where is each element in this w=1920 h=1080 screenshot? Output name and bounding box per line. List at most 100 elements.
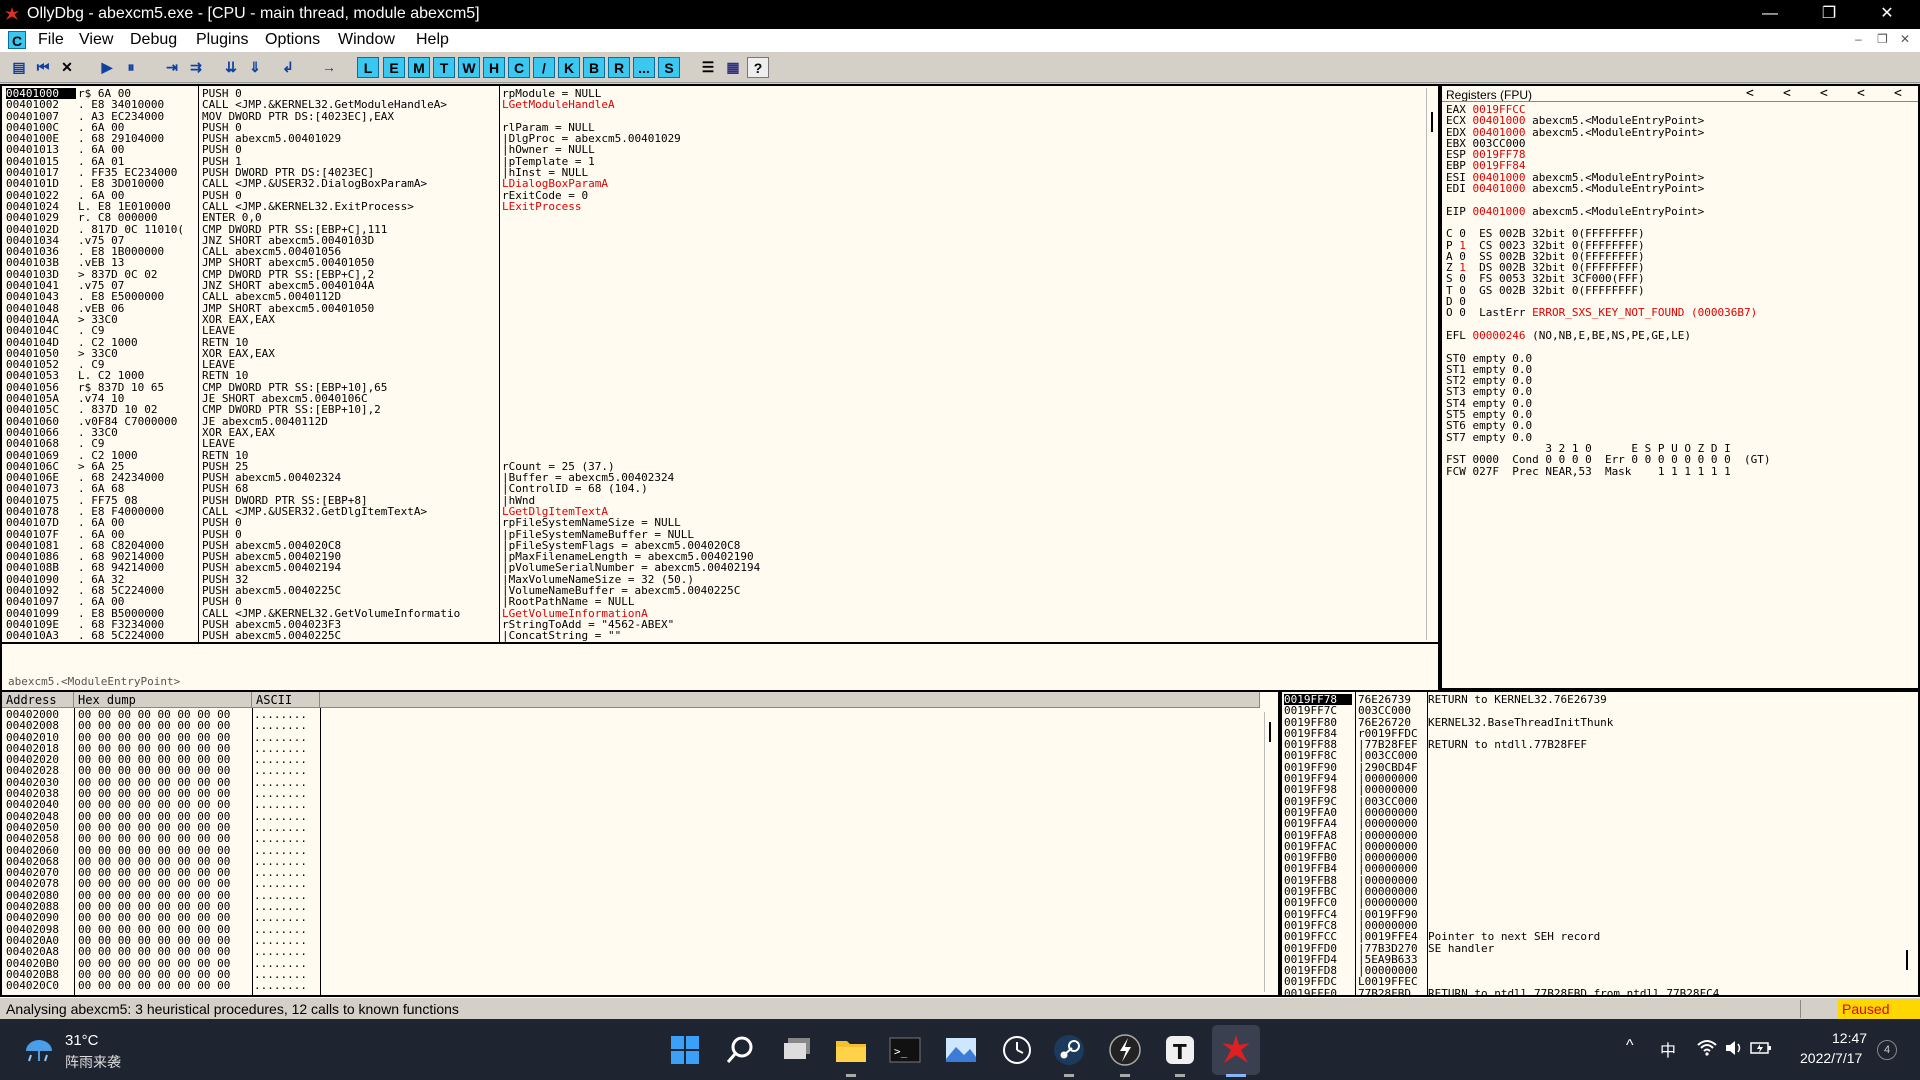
weather-desc[interactable]: 阵雨来袭 [65, 1052, 121, 1072]
menu-plugins[interactable]: Plugins [196, 31, 248, 49]
disasm-hex[interactable]: . C9 [78, 438, 196, 450]
stack-address[interactable]: 0019FFA4 [1284, 818, 1352, 830]
disasm-comment[interactable]: |hOwner = NULL [502, 144, 1422, 156]
dump-row[interactable]: 004020A8 00 00 00 00 00 00 00 00........ [6, 946, 1246, 958]
stack-value[interactable]: |00000000 [1358, 818, 1428, 830]
show-hidden-icons-button[interactable]: ^ [1626, 1037, 1634, 1055]
disasm-instruction[interactable]: ENTER 0,0 [202, 212, 498, 224]
cpu-window-icon[interactable]: C [8, 31, 26, 49]
start-icon[interactable] [668, 1033, 702, 1067]
registers-nav-button[interactable]: < [1820, 86, 1828, 101]
register-line[interactable]: T 0 GS 002B 32bit 0(FFFFFFFF) [1446, 285, 1916, 296]
disasm-hex[interactable]: . E8 34010000 [78, 99, 196, 111]
task-view-icon[interactable] [780, 1033, 814, 1067]
dump-row[interactable]: 00402008 00 00 00 00 00 00 00 00........ [6, 720, 1246, 732]
stack-value[interactable]: 003CC000 [1358, 705, 1428, 717]
weather-temp[interactable]: 31°C [65, 1032, 99, 1049]
disasm-instruction[interactable]: XOR EAX,EAX [202, 314, 498, 326]
disasm-hex[interactable]: . E8 E5000000 [78, 291, 196, 303]
disasm-address[interactable]: 0040105C [6, 404, 76, 416]
dump-address[interactable]: 00402040 [6, 799, 76, 811]
disasm-instruction[interactable]: PUSH abexcm5.0040225C [202, 630, 498, 642]
input-language[interactable]: 中 [1660, 1037, 1676, 1061]
stack-address[interactable]: 0019FFCC [1284, 931, 1352, 943]
stack-row[interactable]: 0019FFCC |0019FFE4 Pointer to next SEH rec… [1284, 931, 1914, 943]
disasm-comment[interactable]: rExitCode = 0 [502, 189, 1422, 201]
ollydbg-taskbar-icon[interactable] [1219, 1033, 1253, 1067]
disasm-address[interactable]: 00401043 [6, 291, 76, 303]
dump-ascii[interactable]: ........ [254, 979, 307, 992]
file-explorer-icon[interactable] [834, 1033, 868, 1067]
stack-rows[interactable]: 0019FF78 76E26739 RETURN to KERNEL32.76E26… [1284, 694, 1914, 995]
disasm-comment[interactable]: LExitProcess [502, 201, 1422, 213]
stack-row[interactable]: 0019FF98 |00000000 [1284, 784, 1914, 796]
run-icon[interactable]: ▶ [96, 57, 118, 78]
dump-hex[interactable]: 00 00 00 00 00 00 00 00 [76, 833, 254, 845]
disasm-comment[interactable]: |VolumeNameBuffer = abexcm5.0040225C [502, 585, 1422, 597]
disasm-hex[interactable]: . C9 [78, 325, 196, 337]
breakpoints-button[interactable]: B [583, 57, 605, 78]
disasm-instruction[interactable]: LEAVE [202, 438, 498, 450]
disasm-comment[interactable]: rpFileSystemNameSize = NULL [502, 517, 1422, 529]
disasm-instruction[interactable]: PUSH 0 [202, 144, 498, 156]
disasm-instruction[interactable]: CALL <JMP.&USER32.GetDlgItemTextA> [202, 506, 498, 518]
terminal-icon[interactable]: >_ [888, 1033, 922, 1067]
disasm-comment[interactable]: |hInst = NULL [502, 167, 1422, 179]
disasm-comment[interactable]: |ConcatString = "" [502, 630, 1422, 642]
help-icon[interactable]: ? [747, 57, 769, 78]
restart-icon[interactable]: ⏮ [32, 57, 54, 78]
mdi-restore-button[interactable]: ❐ [1877, 32, 1888, 46]
executable-modules-button[interactable]: E [383, 57, 405, 78]
stack-scrollbar-thumb[interactable] [1906, 950, 1908, 970]
disasm-hex[interactable]: . E8 3D010000 [78, 178, 196, 190]
dump-row[interactable]: 00402090 00 00 00 00 00 00 00 00........ [6, 912, 1246, 924]
menu-options[interactable]: Options [265, 31, 320, 49]
stack-value[interactable]: 77B28FBD [1358, 987, 1428, 995]
dump-address[interactable]: 00402058 [6, 833, 76, 845]
go-to-icon[interactable]: → [318, 57, 340, 78]
disasm-instruction[interactable]: PUSH 0 [202, 596, 498, 608]
dump-hex[interactable]: 00 00 00 00 00 00 00 00 [76, 720, 254, 732]
stack-scrollbar[interactable] [1902, 696, 1914, 992]
menu-debug[interactable]: Debug [130, 31, 177, 49]
trace-into-icon[interactable]: ⇊ [220, 57, 242, 78]
mdi-minimize-button[interactable]: – [1855, 32, 1862, 46]
disasm-instruction[interactable]: LEAVE [202, 325, 498, 337]
disasm-address[interactable]: 00401002 [6, 99, 76, 111]
register-line[interactable]: FCW 027F Prec NEAR,53 Mask 1 1 1 1 1 1 [1446, 465, 1916, 477]
disasm-instruction[interactable]: MOV DWORD PTR DS:[4023EC],EAX [202, 110, 498, 122]
patches-button[interactable]: / [533, 57, 555, 78]
search-icon[interactable] [724, 1033, 758, 1067]
disasm-comment[interactable]: |DlgProc = abexcm5.00401029 [502, 133, 1422, 145]
disasm-address[interactable]: 0040104C [6, 325, 76, 337]
references-button[interactable]: R [608, 57, 630, 78]
disasm-address[interactable]: 0040107D [6, 517, 76, 529]
disasm-hex[interactable]: . 6A 00 [78, 517, 196, 529]
register-value[interactable]: 00401000 [1473, 182, 1526, 195]
disasm-address[interactable]: 00401073 [6, 483, 76, 495]
register-line[interactable]: EIP 00401000 abexcm5.<ModuleEntryPoint> [1446, 206, 1916, 217]
disasm-comment-column[interactable]: rpModule = NULL LGetModuleHandleA rlParam… [502, 88, 1422, 642]
disasm-address[interactable]: 004010A3 [6, 630, 76, 642]
log-window-button[interactable]: L [357, 57, 379, 78]
handles-button[interactable]: H [483, 57, 505, 78]
disasm-hex[interactable]: r. C8 000000 [78, 212, 196, 224]
register-line[interactable]: O 0 LastErr ERROR_SXS_KEY_NOT_FOUND (000… [1446, 307, 1916, 318]
game-launcher-icon[interactable] [1108, 1033, 1142, 1067]
stack-address[interactable]: 0019FFC0 [1284, 897, 1352, 909]
cpu-button[interactable]: C [508, 57, 530, 78]
pause-icon[interactable]: ⏸ [120, 57, 142, 78]
stack-address[interactable]: 0019FF98 [1284, 784, 1352, 796]
stack-value[interactable]: |0019FFE4 [1358, 931, 1428, 943]
stack-row[interactable]: 0019FFA4 |00000000 [1284, 818, 1914, 830]
dump-hex[interactable]: 00 00 00 00 00 00 00 00 [76, 799, 254, 811]
disasm-instruction[interactable]: CALL abexcm5.0040112D [202, 291, 498, 303]
dump-scrollbar-thumb[interactable] [1269, 722, 1271, 742]
disasm-comment[interactable]: LDialogBoxParamA [502, 178, 1422, 190]
wifi-icon[interactable] [1697, 1039, 1717, 1057]
registers-nav-button[interactable]: < [1746, 86, 1754, 101]
mdi-close-button[interactable]: ✕ [1900, 32, 1910, 46]
disasm-instruction[interactable]: CMP DWORD PTR SS:[EBP+10],2 [202, 404, 498, 416]
menu-help[interactable]: Help [416, 31, 449, 49]
disasm-instruction[interactable]: PUSH 68 [202, 483, 498, 495]
